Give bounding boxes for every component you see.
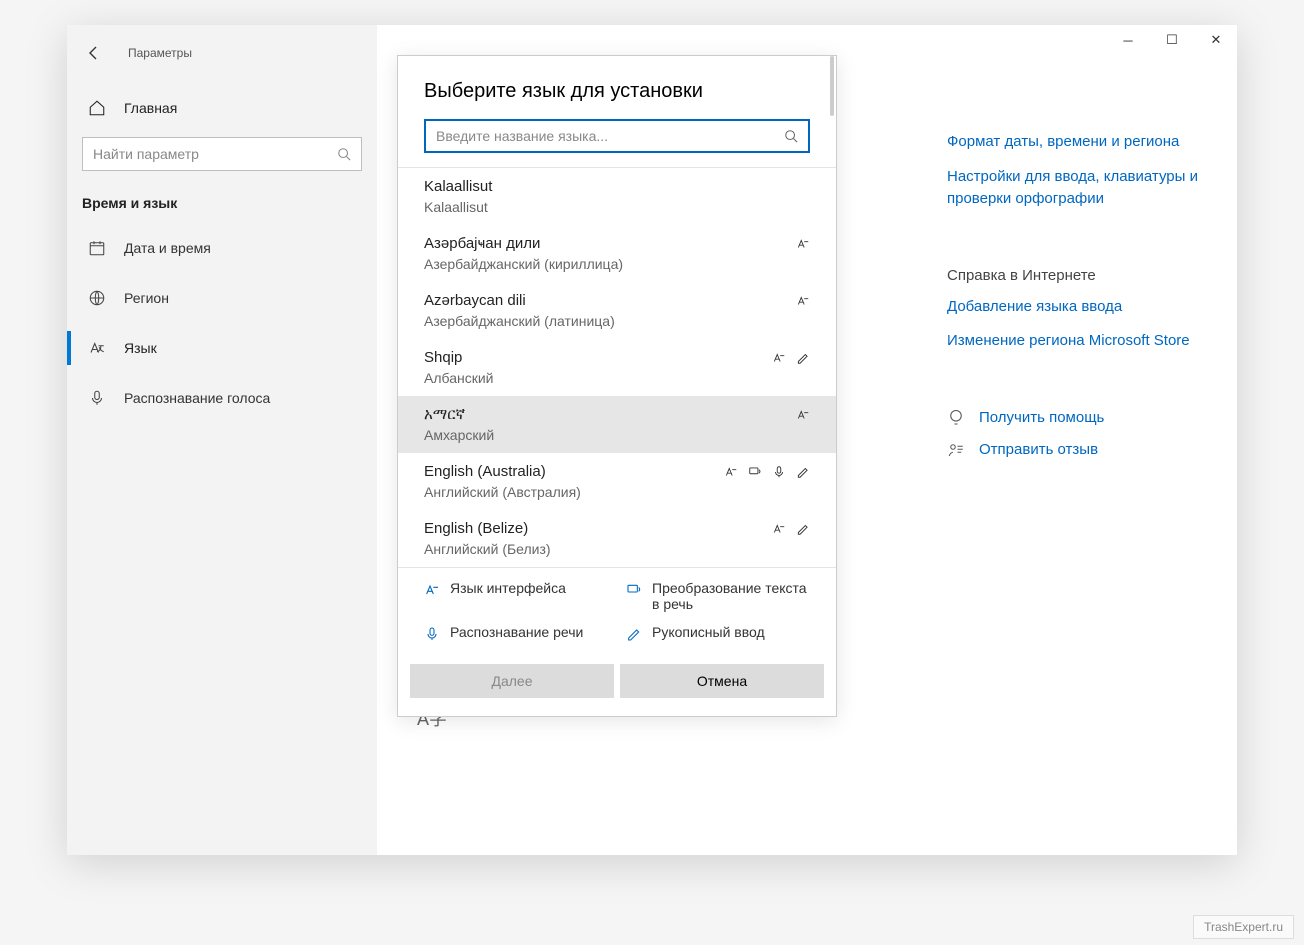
help-heading: Справка в Интернете: [947, 257, 1207, 290]
language-row[interactable]: Азәрбајҹан дили Азербайджанский (кириллиц…: [398, 225, 836, 282]
watermark: TrashExpert.ru: [1193, 915, 1294, 939]
home-icon: [88, 99, 106, 117]
ui-lang-icon: [772, 351, 786, 365]
language-row[interactable]: አማርኛ Амхарский: [398, 396, 836, 453]
support-label: Отправить отзыв: [979, 441, 1098, 458]
search-icon: [337, 147, 351, 161]
support-links: Получить помощь Отправить отзыв: [947, 409, 1207, 459]
language-native: English (Australia): [424, 463, 546, 480]
sidebar-search[interactable]: [82, 137, 362, 171]
sidebar-item-label: Язык: [124, 340, 157, 356]
language-local: Английский (Белиз): [424, 541, 810, 557]
back-button[interactable]: [86, 45, 102, 61]
legend-label: Распознавание речи: [450, 624, 583, 640]
ink-icon: [796, 351, 810, 365]
language-native: አማርኛ: [424, 406, 465, 423]
language-list[interactable]: Kalaallisut Kalaallisut Азәрбајҹан дили Азе…: [398, 168, 836, 567]
sidebar-item-region[interactable]: Регион: [82, 275, 362, 321]
dialog-buttons: Далее Отмена: [398, 654, 836, 716]
legend-speech: Распознавание речи: [424, 624, 608, 642]
sidebar-item-datetime[interactable]: Дата и время: [82, 225, 362, 271]
language-native: English (Belize): [424, 520, 528, 537]
sidebar-search-input[interactable]: [93, 146, 337, 162]
add-language-dialog: Выберите язык для установки KalaallisutK…: [397, 55, 837, 717]
support-label: Получить помощь: [979, 409, 1104, 426]
language-native: Azərbaycan dili: [424, 292, 526, 309]
language-local: Kalaallisut: [424, 199, 810, 215]
sidebar: Параметры Главная Время и язык Дата и вр…: [67, 25, 377, 855]
language-row[interactable]: Kalaallisut Kalaallisut: [398, 168, 836, 225]
mic-icon: [88, 389, 106, 407]
window-title: Параметры: [128, 46, 192, 60]
feedback-link[interactable]: Отправить отзыв: [947, 441, 1207, 459]
speech-icon: [424, 626, 440, 642]
get-help-link[interactable]: Получить помощь: [947, 409, 1207, 427]
search-icon: [784, 129, 798, 143]
language-native: Shqip: [424, 349, 462, 366]
language-feature-icons: [796, 294, 810, 308]
settings-window: ─ ☐ ✕ Параметры Главная Время и язык Дат…: [67, 25, 1237, 855]
sidebar-item-label: Распознавание голоса: [124, 390, 270, 406]
help-link[interactable]: Добавление языка ввода: [947, 290, 1207, 325]
dialog-search-input[interactable]: [436, 128, 784, 144]
ui-lang-icon: [796, 408, 810, 422]
language-row[interactable]: Shqip Албанский: [398, 339, 836, 396]
feature-legend: Язык интерфейса Преобразование текста в …: [398, 568, 836, 654]
language-feature-icons: [772, 351, 810, 365]
language-feature-icons: [772, 522, 810, 536]
sidebar-item-label: Дата и время: [124, 240, 211, 256]
language-local: Албанский: [424, 370, 810, 386]
calendar-icon: [88, 239, 106, 257]
sidebar-group-title: Время и язык: [82, 191, 362, 221]
ui-lang-icon: [424, 582, 440, 598]
sidebar-header: Параметры: [82, 45, 362, 85]
ink-icon: [796, 522, 810, 536]
language-local: Амхарский: [424, 427, 810, 443]
language-feature-icons: [724, 465, 810, 479]
language-native: Азәрбајҹан дили: [424, 235, 540, 252]
legend-label: Преобразование текста в речь: [652, 580, 810, 612]
ui-lang-icon: [724, 465, 738, 479]
language-row[interactable]: Azərbaycan dili Азербайджанский (латиница…: [398, 282, 836, 339]
language-feature-icons: [796, 408, 810, 422]
ink-icon: [626, 626, 642, 642]
ui-lang-icon: [796, 237, 810, 251]
speech-icon: [772, 465, 786, 479]
language-native: Kalaallisut: [424, 178, 492, 195]
cancel-button[interactable]: Отмена: [620, 664, 824, 698]
sidebar-home[interactable]: Главная: [82, 89, 362, 127]
ui-lang-icon: [796, 294, 810, 308]
language-feature-icons: [796, 237, 810, 251]
tts-icon: [748, 465, 762, 479]
legend-tts: Преобразование текста в речь: [626, 580, 810, 612]
language-row[interactable]: English (Australia) Английский (Австралия…: [398, 453, 836, 510]
language-local: Азербайджанский (латиница): [424, 313, 810, 329]
right-column: Формат даты, времени и региона Настройки…: [947, 125, 1207, 459]
home-label: Главная: [124, 100, 177, 116]
related-link[interactable]: Настройки для ввода, клавиатуры и провер…: [947, 160, 1207, 217]
legend-label: Язык интерфейса: [450, 580, 566, 596]
language-icon: [88, 339, 106, 357]
globe-icon: [88, 289, 106, 307]
sidebar-item-speech[interactable]: Распознавание голоса: [82, 375, 362, 421]
next-button[interactable]: Далее: [410, 664, 614, 698]
language-local: Азербайджанский (кириллица): [424, 256, 810, 272]
dialog-search[interactable]: [424, 119, 810, 153]
sidebar-item-language[interactable]: Язык: [82, 325, 362, 371]
language-row[interactable]: English (Belize) Английский (Белиз): [398, 510, 836, 567]
sidebar-item-label: Регион: [124, 290, 169, 306]
tts-icon: [626, 582, 642, 598]
ui-lang-icon: [772, 522, 786, 536]
help-link[interactable]: Изменение региона Microsoft Store: [947, 324, 1207, 359]
feedback-icon: [947, 441, 965, 459]
language-local: Английский (Австралия): [424, 484, 810, 500]
legend-label: Рукописный ввод: [652, 624, 765, 640]
related-link[interactable]: Формат даты, времени и региона: [947, 125, 1207, 160]
legend-ui: Язык интерфейса: [424, 580, 608, 612]
ink-icon: [796, 465, 810, 479]
legend-ink: Рукописный ввод: [626, 624, 810, 642]
dialog-title: Выберите язык для установки: [398, 56, 836, 119]
help-icon: [947, 409, 965, 427]
